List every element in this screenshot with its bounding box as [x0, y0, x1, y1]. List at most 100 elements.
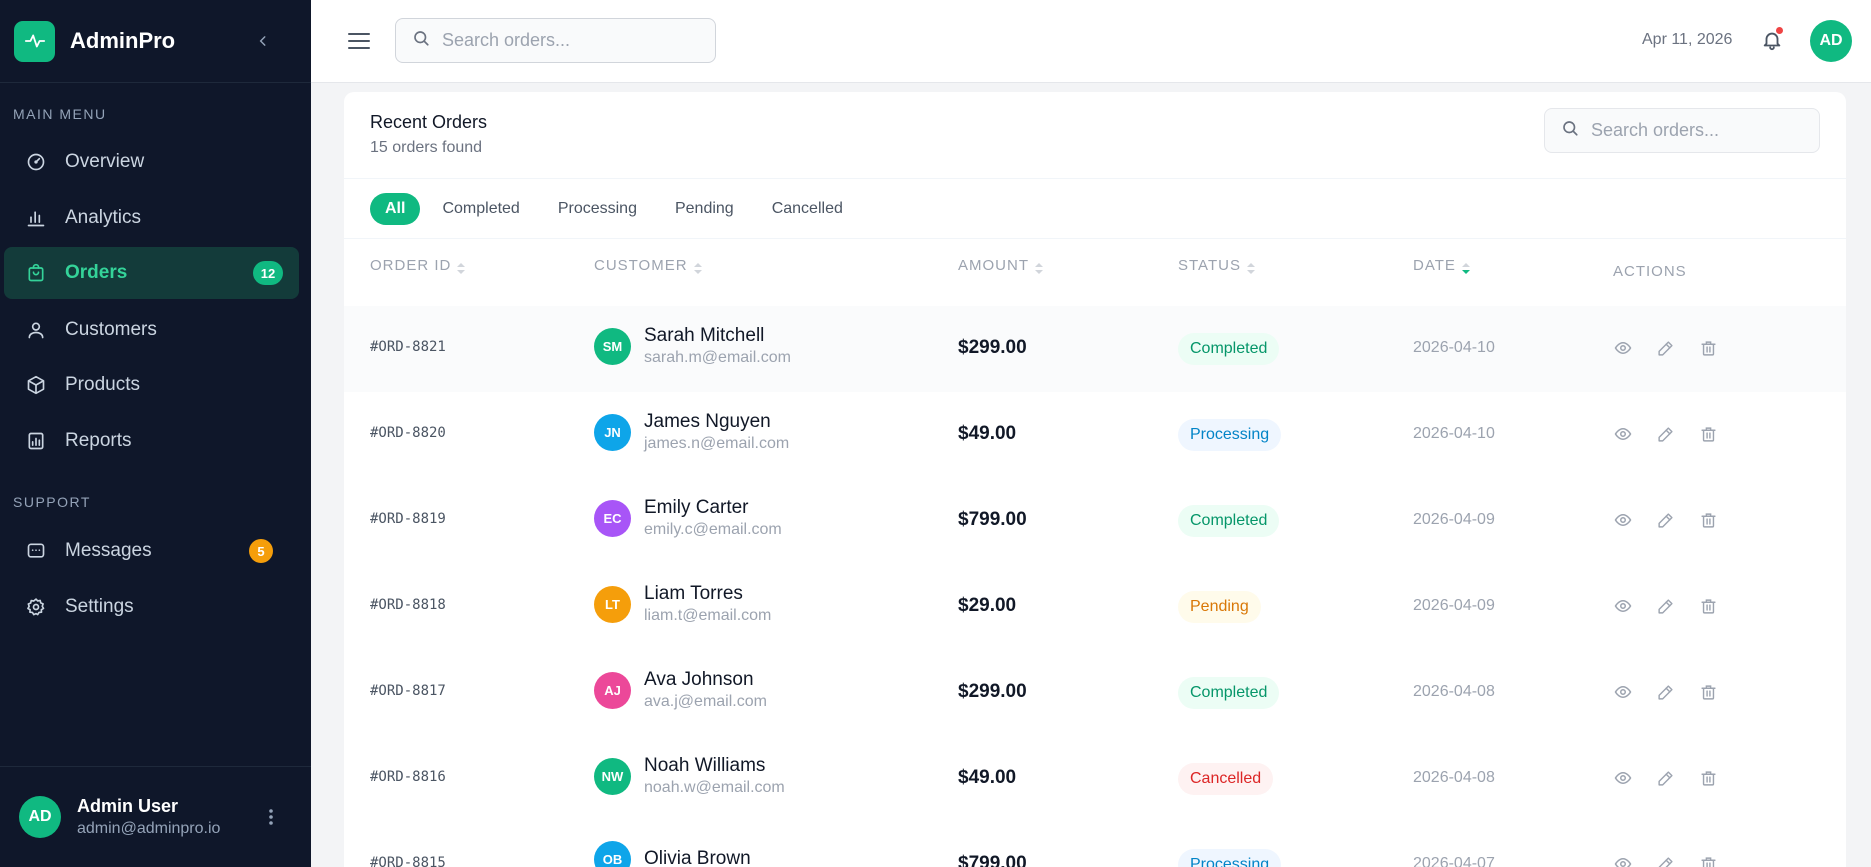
order-date: 2026-04-10 — [1413, 425, 1495, 442]
sidebar-item-customers[interactable]: Customers — [4, 304, 299, 356]
customer-name: Emily Carter — [644, 497, 749, 518]
pencil-icon[interactable] — [1654, 767, 1676, 789]
table-row[interactable]: #ORD-8816 NW Noah Williams noah.w@email.… — [344, 736, 1846, 822]
table-row[interactable]: #ORD-8819 EC Emily Carter emily.c@email.… — [344, 478, 1846, 564]
brand-header: AdminPro — [0, 0, 311, 83]
table-row[interactable]: #ORD-8821 SM Sarah Mitchell sarah.m@emai… — [344, 306, 1846, 392]
avatar[interactable]: AD — [1810, 20, 1852, 62]
filter-pending[interactable]: Pending — [656, 193, 753, 225]
sidebar-item-label: Settings — [65, 596, 134, 617]
pencil-icon[interactable] — [1654, 423, 1676, 445]
eye-icon[interactable] — [1612, 423, 1634, 445]
trash-icon[interactable] — [1697, 337, 1719, 359]
sidebar-item-messages[interactable]: Messages 5 — [4, 525, 299, 577]
sidebar-item-label: Orders — [65, 262, 128, 283]
column-header-actions: ACTIONS — [1613, 263, 1687, 280]
pulse-logo-icon — [14, 20, 55, 62]
column-header-order-id[interactable]: ORDER ID — [370, 257, 466, 274]
order-date: 2026-04-07 — [1413, 855, 1495, 867]
more-vertical-icon[interactable] — [261, 805, 281, 829]
report-icon — [24, 429, 48, 453]
column-header-customer[interactable]: CUSTOMER — [594, 257, 702, 274]
sidebar-item-settings[interactable]: Settings — [4, 581, 299, 633]
eye-icon[interactable] — [1612, 681, 1634, 703]
sidebar-item-label: Reports — [65, 430, 132, 451]
table-row[interactable]: #ORD-8815 OB Olivia Brown $799.00 Proces… — [344, 822, 1846, 867]
dashboard-gauge-icon — [24, 150, 48, 174]
sidebar-item-label: Customers — [65, 319, 157, 340]
order-id: #ORD-8817 — [370, 683, 446, 699]
eye-icon[interactable] — [1612, 595, 1634, 617]
pencil-icon[interactable] — [1654, 681, 1676, 703]
app-name: AdminPro — [70, 28, 176, 53]
trash-icon[interactable] — [1697, 767, 1719, 789]
notification-dot — [1775, 26, 1784, 35]
eye-icon[interactable] — [1612, 509, 1634, 531]
filter-processing[interactable]: Processing — [539, 193, 656, 225]
customer-name: James Nguyen — [644, 411, 771, 432]
sidebar-item-orders[interactable]: Orders 12 — [4, 247, 299, 299]
customer-cell: OB Olivia Brown — [594, 841, 751, 867]
column-header-date[interactable]: DATE — [1413, 257, 1470, 274]
table-row[interactable]: #ORD-8820 JN James Nguyen james.n@email.… — [344, 392, 1846, 478]
table-row[interactable]: #ORD-8817 AJ Ava Johnson ava.j@email.com… — [344, 650, 1846, 736]
column-label: ORDER ID — [370, 257, 452, 274]
sort-icon — [1461, 263, 1470, 274]
main-menu-label: MAIN MENU — [13, 106, 107, 122]
customer-email: sarah.m@email.com — [644, 349, 791, 366]
sidebar-item-label: Analytics — [65, 207, 142, 228]
collapse-sidebar-button[interactable] — [251, 29, 275, 53]
order-date: 2026-04-10 — [1413, 339, 1495, 356]
avatar: EC — [594, 499, 631, 537]
eye-icon[interactable] — [1612, 767, 1634, 789]
notification-bell-icon[interactable] — [1758, 26, 1786, 54]
status-badge: Cancelled — [1178, 763, 1274, 795]
pencil-icon[interactable] — [1654, 595, 1676, 617]
trash-icon[interactable] — [1697, 509, 1719, 531]
filter-completed[interactable]: Completed — [423, 193, 538, 225]
search-icon — [1561, 119, 1579, 142]
sidebar-item-reports[interactable]: Reports — [4, 415, 299, 467]
trash-icon[interactable] — [1697, 853, 1719, 867]
sort-icon — [1035, 263, 1043, 274]
customer-email: noah.w@email.com — [644, 779, 785, 796]
pencil-icon[interactable] — [1654, 853, 1676, 867]
table-row[interactable]: #ORD-8818 LT Liam Torres liam.t@email.co… — [344, 564, 1846, 650]
trash-icon[interactable] — [1697, 423, 1719, 445]
sidebar-item-overview[interactable]: Overview — [4, 136, 299, 188]
order-amount: $29.00 — [958, 595, 1017, 616]
customer-name: Olivia Brown — [644, 847, 751, 867]
trash-icon[interactable] — [1697, 681, 1719, 703]
divider — [344, 238, 1846, 239]
filter-cancelled[interactable]: Cancelled — [753, 193, 862, 225]
trash-icon[interactable] — [1697, 595, 1719, 617]
sidebar-item-products[interactable]: Products — [4, 359, 299, 411]
pencil-icon[interactable] — [1654, 337, 1676, 359]
menu-icon[interactable] — [346, 28, 372, 54]
column-label: CUSTOMER — [594, 257, 688, 274]
eye-icon[interactable] — [1612, 853, 1634, 867]
sidebar-item-label: Products — [65, 374, 140, 395]
column-label: ACTIONS — [1613, 263, 1687, 280]
customer-cell: NW Noah Williams noah.w@email.com — [594, 755, 785, 797]
avatar: JN — [594, 413, 631, 451]
column-header-status[interactable]: STATUS — [1178, 257, 1255, 274]
pencil-icon[interactable] — [1654, 509, 1676, 531]
sidebar: AdminPro MAIN MENU Overview Analytics Or… — [0, 0, 311, 867]
status-badge: Pending — [1178, 591, 1261, 623]
filter-all[interactable]: All — [370, 193, 421, 225]
customer-cell: LT Liam Torres liam.t@email.com — [594, 583, 771, 625]
customer-cell: SM Sarah Mitchell sarah.m@email.com — [594, 325, 791, 367]
avatar: OB — [594, 841, 631, 867]
sidebar-item-label: Overview — [65, 151, 145, 172]
user-email: admin@adminpro.io — [77, 820, 221, 837]
column-header-amount[interactable]: AMOUNT — [958, 257, 1043, 274]
column-label: AMOUNT — [958, 257, 1029, 274]
search-input[interactable] — [442, 30, 682, 51]
sidebar-item-analytics[interactable]: Analytics — [4, 192, 299, 244]
message-icon — [24, 539, 48, 563]
sort-icon — [457, 263, 466, 274]
avatar[interactable]: AD — [19, 796, 61, 838]
eye-icon[interactable] — [1612, 337, 1634, 359]
search-input[interactable] — [1591, 120, 1801, 141]
